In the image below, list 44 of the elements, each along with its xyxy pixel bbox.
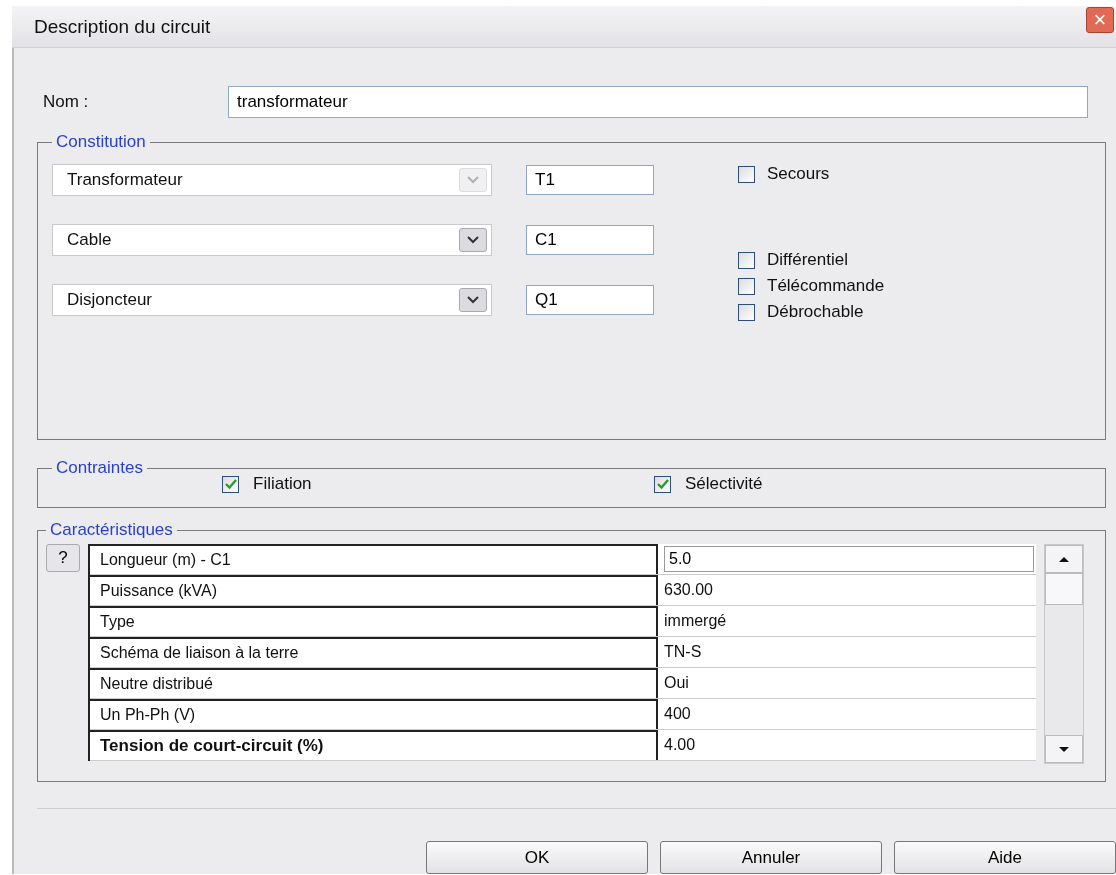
- name-label: Nom :: [42, 92, 90, 112]
- component-dropdown[interactable]: Cable: [52, 224, 492, 256]
- checkbox[interactable]: [738, 303, 755, 321]
- name-field[interactable]: transformateur: [228, 86, 1088, 118]
- help-button[interactable]: ?: [46, 544, 80, 572]
- checkbox-label: Filiation: [253, 474, 312, 494]
- scroll-down-icon[interactable]: [1045, 735, 1083, 763]
- group-title: Constitution: [55, 132, 147, 152]
- dialog-button[interactable]: Annuler: [660, 841, 882, 874]
- code-field[interactable]: C1: [526, 225, 654, 255]
- property-name-cell: Neutre distribué: [90, 668, 658, 698]
- checkbox-label: Télécommande: [767, 276, 885, 296]
- checkbox-label: Sélectivité: [685, 474, 763, 494]
- property-value-cell: 400: [664, 705, 691, 723]
- checkbox[interactable]: [654, 475, 671, 493]
- dialog-button[interactable]: Aide: [894, 841, 1116, 874]
- property-value-cell: TN-S: [664, 643, 702, 661]
- group-title: Caractéristiques: [49, 520, 174, 540]
- checkbox-label: Secours: [767, 164, 830, 184]
- code-field[interactable]: Q1: [526, 285, 654, 315]
- property-value-cell: 4.00: [664, 736, 696, 754]
- group-title: Contraintes: [55, 458, 144, 478]
- checkbox-label: Débrochable: [767, 302, 864, 322]
- property-value-cell: immergé: [664, 612, 727, 630]
- property-name-cell: Schéma de liaison à la terre: [90, 637, 658, 667]
- checkbox[interactable]: [738, 165, 755, 183]
- scroll-up-icon[interactable]: [1045, 545, 1083, 573]
- property-value-cell: Oui: [664, 674, 689, 692]
- checkbox[interactable]: [738, 251, 755, 269]
- checkbox[interactable]: [738, 277, 755, 295]
- value-field[interactable]: 5.0: [664, 546, 1034, 572]
- component-dropdown[interactable]: Disjoncteur: [52, 284, 492, 316]
- window-title: Description du circuit: [34, 15, 211, 38]
- property-name-cell: Type: [90, 606, 658, 636]
- property-name-cell: Un Ph-Ph (V): [90, 699, 658, 729]
- scrollbar[interactable]: [1044, 544, 1084, 764]
- scroll-thumb[interactable]: [1045, 573, 1083, 605]
- property-name-cell: Tension de court-circuit (%): [90, 730, 658, 760]
- dialog-button[interactable]: OK: [426, 841, 648, 874]
- checkbox[interactable]: [222, 475, 239, 493]
- property-name-cell: Puissance (kVA): [90, 575, 658, 605]
- property-value-cell: 630.00: [664, 581, 713, 599]
- checkbox-label: Différentiel: [767, 250, 848, 270]
- property-name-cell: Longueur (m) - C1: [90, 544, 658, 574]
